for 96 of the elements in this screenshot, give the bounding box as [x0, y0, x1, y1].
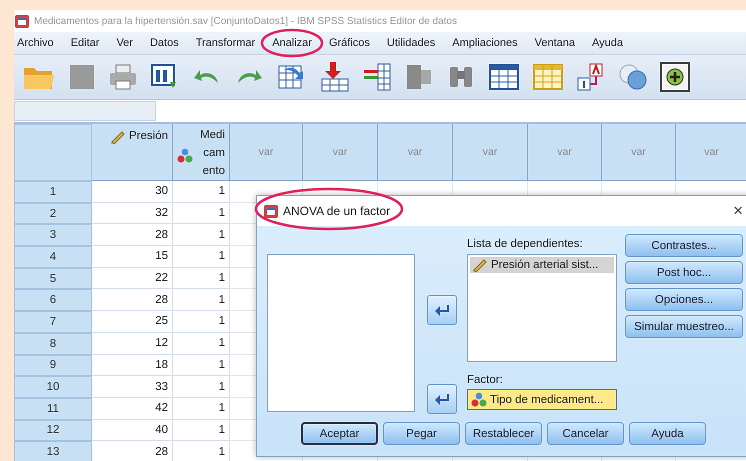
plus-icon[interactable]: [660, 62, 690, 92]
menu-item[interactable]: Datos: [148, 35, 180, 51]
menu-item[interactable]: Transformar: [194, 35, 256, 51]
table-cell[interactable]: 32: [92, 202, 173, 224]
pencil-icon: [472, 258, 488, 272]
row-number[interactable]: 13: [14, 441, 92, 461]
factor-label: Factor:: [467, 374, 504, 388]
app-icon: [263, 203, 279, 219]
menu-item[interactable]: Ampliaciones: [451, 35, 519, 51]
menu-item[interactable]: Ventana: [534, 35, 576, 51]
table-cell[interactable]: 22: [92, 268, 173, 290]
column-label: var: [704, 146, 719, 158]
dialog-button[interactable]: Post hoc...: [625, 261, 743, 284]
table-cell[interactable]: 28: [92, 289, 173, 312]
table-cell[interactable]: 1: [173, 268, 230, 290]
menu-item[interactable]: Ayuda: [591, 35, 624, 51]
dialog-button[interactable]: Aceptar: [301, 422, 378, 445]
split-icon[interactable]: [404, 62, 434, 92]
table-cell[interactable]: 1: [173, 246, 230, 268]
dialog-button[interactable]: Simular muestreo...: [625, 315, 743, 338]
table-cell[interactable]: 1: [173, 202, 230, 224]
column-label: var: [408, 146, 422, 158]
square-icon[interactable]: [68, 63, 96, 91]
table-cell[interactable]: 33: [92, 376, 173, 398]
dialog-button[interactable]: Contrastes...: [625, 234, 743, 257]
move-button[interactable]: [427, 384, 457, 414]
row-number[interactable]: 4: [14, 246, 92, 268]
table-cell[interactable]: 1: [173, 398, 230, 420]
table-cell[interactable]: 1: [173, 354, 230, 376]
table-cell[interactable]: 1: [173, 311, 230, 333]
circles-icon: [471, 392, 487, 408]
table-cell[interactable]: 1: [173, 289, 230, 312]
menu-item[interactable]: Utilidades: [386, 35, 436, 51]
row-number[interactable]: 2: [14, 202, 92, 224]
circles-icon[interactable]: [618, 62, 648, 92]
insert-column-icon[interactable]: [362, 62, 392, 92]
row-number[interactable]: 3: [14, 224, 92, 246]
dialog-button[interactable]: Restablecer: [465, 422, 542, 445]
dialog-button[interactable]: Pegar: [383, 422, 460, 445]
row-number[interactable]: 11: [14, 398, 92, 420]
column-label: var: [332, 146, 348, 158]
row-number[interactable]: 7: [14, 311, 92, 333]
row-number[interactable]: 1: [14, 181, 92, 203]
list-item[interactable]: Presión arterial sist...: [470, 256, 614, 273]
column-label: var: [482, 146, 498, 158]
table-cell[interactable]: 15: [92, 246, 173, 268]
column-header[interactable]: Presión: [92, 124, 173, 181]
table-cell[interactable]: 1: [173, 441, 230, 461]
table-cell[interactable]: 18: [92, 354, 173, 376]
column-label: var: [631, 146, 646, 158]
dependents-label: Lista de dependientes:: [467, 238, 584, 252]
table-cell[interactable]: 1: [173, 181, 230, 203]
dialog-button[interactable]: Cancelar: [547, 422, 624, 445]
row-number[interactable]: 8: [14, 332, 92, 354]
column-label: var: [557, 146, 572, 158]
arrow-icon: [435, 393, 449, 405]
table-cell[interactable]: 40: [92, 420, 173, 442]
table-cell[interactable]: 30: [92, 181, 173, 203]
factor-field[interactable]: Tipo de medicament...: [467, 389, 617, 410]
dialog-button[interactable]: Opciones...: [625, 288, 743, 311]
row-number[interactable]: 12: [14, 420, 92, 442]
row-number[interactable]: 9: [14, 354, 92, 376]
arrow-icon: [435, 304, 449, 316]
row-number[interactable]: 5: [14, 268, 92, 290]
table-cell[interactable]: 1: [173, 376, 230, 398]
menu-item[interactable]: Ver: [115, 35, 134, 51]
table-cell[interactable]: 1: [173, 332, 230, 354]
table-icon[interactable]: [488, 62, 520, 92]
table-cell[interactable]: 28: [92, 441, 173, 461]
close-button[interactable]: ×: [733, 201, 743, 221]
menu-item[interactable]: Gráficos: [328, 35, 371, 51]
table-cell[interactable]: 25: [92, 311, 173, 333]
column-label: Presión: [129, 130, 168, 142]
menu-item[interactable]: Editar: [70, 35, 100, 51]
row-number[interactable]: 10: [14, 376, 92, 398]
table-cell[interactable]: 1: [173, 224, 230, 246]
column-label: Medi cam ento: [199, 128, 225, 179]
print-icon[interactable]: [108, 63, 138, 91]
window-title: Medicamentos para la hipertensión.sav [ConjuntoDatos1] - IBM SPSS Statistics Editor de datos: [34, 16, 457, 26]
corner-cell[interactable]: [14, 124, 92, 181]
column-header[interactable]: Medi cam ento: [173, 124, 230, 181]
dependents-list[interactable]: Presión arterial sist...: [467, 254, 617, 362]
pencil-icon: [110, 130, 126, 144]
circles-icon: [177, 148, 193, 162]
table-cell[interactable]: 12: [92, 332, 173, 354]
table-cell[interactable]: 42: [92, 398, 173, 420]
dialog-title: ANOVA de un factor: [283, 204, 390, 218]
row-number[interactable]: 6: [14, 289, 92, 312]
dialog-button[interactable]: Ayuda: [629, 422, 706, 445]
move-button[interactable]: [427, 295, 457, 325]
menu-item[interactable]: Archivo: [16, 35, 55, 51]
table-cell[interactable]: 1: [173, 420, 230, 442]
column-label: var: [258, 146, 274, 158]
cell-reference-field[interactable]: [14, 101, 156, 121]
table-cell[interactable]: 28: [92, 224, 173, 246]
source-list[interactable]: [267, 254, 415, 412]
